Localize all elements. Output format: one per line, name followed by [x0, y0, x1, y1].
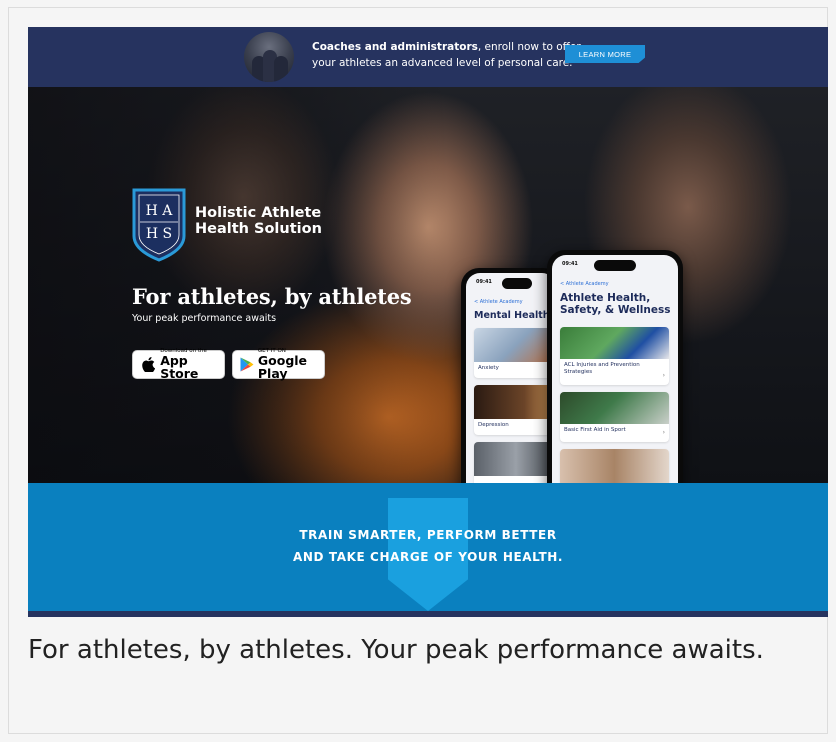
- google-play-button[interactable]: GET IT ON Google Play: [232, 348, 325, 381]
- coaches-avatar: [244, 32, 294, 82]
- hero-subtitle: Your peak performance awaits: [132, 313, 277, 324]
- chevron-right-icon: ›: [662, 372, 665, 379]
- hero-section: H A H S Holistic Athlete Health Solution…: [28, 87, 828, 568]
- phone-time: 09:41: [476, 279, 492, 285]
- card-anxiety[interactable]: Anxiety: [474, 328, 556, 378]
- hero-title: For athletes, by athletes: [132, 284, 412, 309]
- logo-top-letters: H A: [146, 203, 174, 219]
- card-image: [560, 327, 669, 359]
- brand-name: Holistic Athlete Health Solution: [195, 205, 322, 237]
- tagline-band: TRAIN SMARTER, PERFORM BETTER AND TAKE C…: [28, 483, 828, 611]
- app-store-label: App Store: [160, 353, 199, 381]
- card-depression[interactable]: Depression: [474, 385, 556, 435]
- tagline-line-1: TRAIN SMARTER, PERFORM BETTER: [299, 528, 557, 542]
- screen-title: Athlete Health, Safety, & Wellness: [560, 292, 671, 316]
- card-image: [474, 385, 556, 419]
- back-link[interactable]: < Athlete Academy: [560, 281, 609, 287]
- banner-bold-text: Coaches and administrators: [312, 41, 478, 53]
- phone-time: 09:41: [562, 261, 578, 267]
- play-icon: [239, 357, 255, 372]
- chevron-right-icon: ›: [662, 429, 665, 436]
- card-image: [560, 392, 669, 424]
- app-store-button[interactable]: Download on the App Store: [132, 348, 225, 381]
- brand-line-2: Health Solution: [195, 221, 322, 237]
- hahs-shield-logo: H A H S: [132, 188, 186, 262]
- banner-message: Coaches and administrators, enroll now t…: [312, 39, 582, 71]
- google-play-label: Google Play: [257, 353, 308, 381]
- screenshot: Coaches and administrators, enroll now t…: [28, 27, 828, 617]
- card-acl-injuries[interactable]: ACL Injuries and Prevention Strategies ›: [560, 327, 669, 385]
- screen-title: Mental Health: [474, 310, 550, 321]
- brand-line-1: Holistic Athlete: [195, 205, 322, 221]
- top-banner: Coaches and administrators, enroll now t…: [28, 27, 828, 87]
- learn-more-button[interactable]: LEARN MORE: [565, 45, 645, 63]
- image-caption: For athletes, by athletes. Your peak per…: [28, 635, 764, 665]
- card-image: [474, 328, 556, 362]
- tagline-line-2: AND TAKE CHARGE OF YOUR HEALTH.: [292, 550, 564, 564]
- bottom-divider: [28, 611, 828, 617]
- tagline: TRAIN SMARTER, PERFORM BETTER AND TAKE C…: [28, 524, 828, 568]
- logo-bottom-letters: H S: [146, 226, 172, 242]
- apple-icon: [139, 357, 157, 372]
- image-frame: Coaches and administrators, enroll now t…: [8, 7, 828, 734]
- back-link[interactable]: < Athlete Academy: [474, 299, 523, 305]
- card-image: [474, 442, 556, 476]
- card-first-aid[interactable]: Basic First Aid in Sport ›: [560, 392, 669, 442]
